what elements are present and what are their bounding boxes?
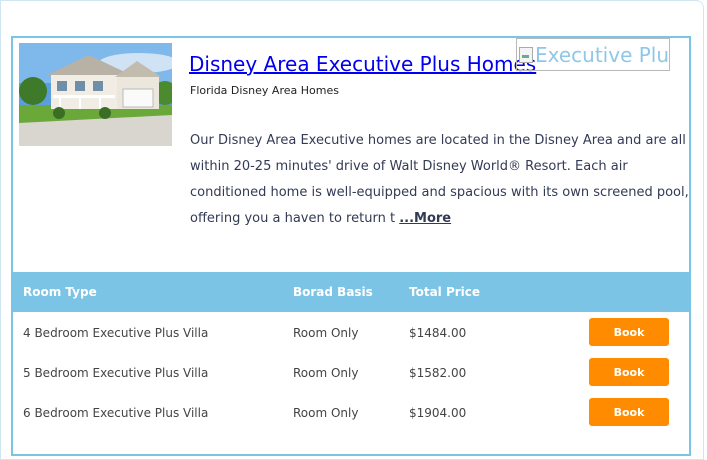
brand-logo-image: Executive Plus [516, 38, 670, 71]
book-button[interactable]: Book [589, 358, 669, 386]
book-button[interactable]: Book [589, 318, 669, 346]
property-title-link[interactable]: Disney Area Executive Plus Homes [189, 52, 536, 76]
rooms-table-header: Room Type Borad Basis Total Price [13, 272, 689, 312]
broken-image-icon [519, 46, 533, 63]
header-total-price: Total Price [409, 285, 481, 299]
book-button[interactable]: Book [589, 398, 669, 426]
more-link[interactable]: ...More [399, 211, 451, 226]
table-row: 6 Bedroom Executive Plus Villa Room Only… [13, 392, 689, 432]
property-description: Our Disney Area Executive homes are loca… [190, 128, 690, 232]
header-board-basis: Borad Basis [293, 285, 373, 299]
price-cell: $1484.00 [409, 326, 467, 340]
property-subtitle: Florida Disney Area Homes [190, 84, 339, 97]
property-photo[interactable] [19, 43, 172, 146]
brand-logo-alt-text: Executive Plus [535, 42, 670, 67]
price-cell: $1904.00 [409, 406, 467, 420]
room-type-cell: 6 Bedroom Executive Plus Villa [23, 406, 209, 420]
board-basis-cell: Room Only [293, 366, 359, 380]
board-basis-cell: Room Only [293, 406, 359, 420]
board-basis-cell: Room Only [293, 326, 359, 340]
price-cell: $1582.00 [409, 366, 467, 380]
room-type-cell: 5 Bedroom Executive Plus Villa [23, 366, 209, 380]
header-room-type: Room Type [23, 285, 97, 299]
room-type-cell: 4 Bedroom Executive Plus Villa [23, 326, 209, 340]
property-card: Disney Area Executive Plus Homes Florida… [11, 36, 691, 456]
table-row: 4 Bedroom Executive Plus Villa Room Only… [13, 312, 689, 352]
table-row: 5 Bedroom Executive Plus Villa Room Only… [13, 352, 689, 392]
